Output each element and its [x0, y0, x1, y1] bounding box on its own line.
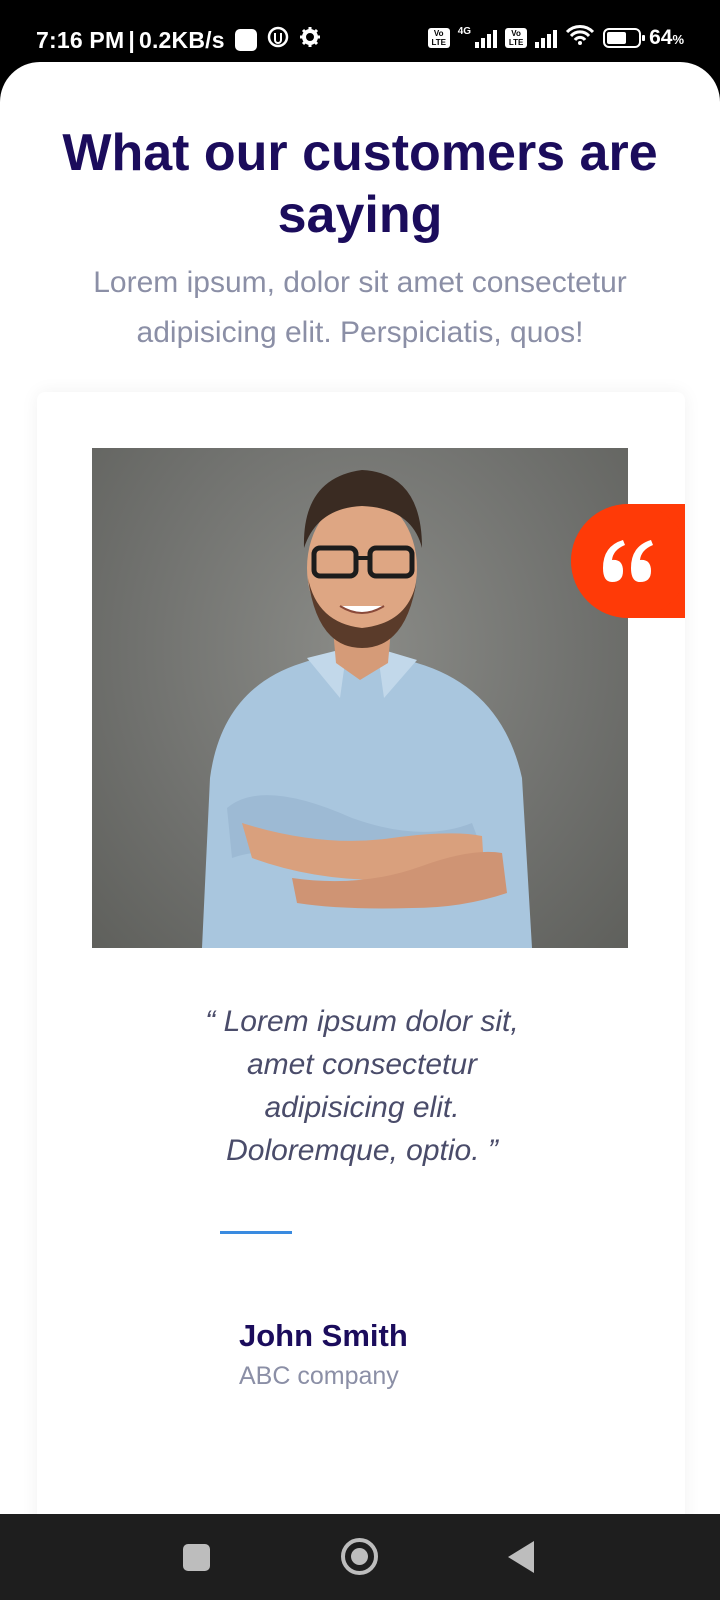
status-right: Vo LTE 4G Vo LTE 64%	[427, 24, 684, 52]
testimonial-card: “ Lorem ipsum dolor sit, amet consectetu…	[37, 392, 685, 1514]
customer-name: John Smith	[239, 1318, 408, 1353]
battery-icon	[603, 28, 646, 48]
navigation-bar	[0, 1514, 720, 1600]
signal-icon-2	[535, 28, 558, 48]
battery-nub	[642, 35, 646, 41]
name-divider	[220, 1231, 292, 1234]
volte-badge-2: Vo LTE	[505, 28, 528, 48]
page-title: What our customers are saying	[62, 124, 658, 244]
recents-icon[interactable]	[183, 1544, 210, 1571]
battery-percent-unit: %	[672, 32, 684, 47]
settings-gear-icon	[299, 26, 321, 54]
quote-icon	[603, 540, 653, 582]
clock: 7:16 PM	[36, 26, 125, 53]
signal-icon-1	[475, 28, 498, 48]
battery-percent-value: 64	[649, 26, 673, 49]
testimonial-page: What our customers are saying Lorem ipsu…	[0, 62, 720, 1514]
network-speed: 0.2KB/s	[138, 26, 225, 53]
testimonial-quote: “ Lorem ipsum dolor sit, amet consectetu…	[205, 1005, 519, 1167]
notification-app-icon	[234, 29, 257, 51]
volte-badge-1: Vo LTE	[427, 28, 450, 48]
status-left: 7:16 PM | 0.2KB/s	[36, 26, 321, 54]
page-subtitle: Lorem ipsum, dolor sit amet consectetur …	[93, 266, 627, 349]
customer-photo-illustration	[202, 470, 532, 948]
link-notification-icon	[267, 26, 289, 54]
network-type: 4G	[457, 26, 472, 37]
customer-photo	[92, 448, 628, 948]
home-icon[interactable]	[341, 1538, 378, 1575]
battery-fill	[607, 32, 627, 44]
home-icon-dot	[351, 1548, 368, 1565]
customer-company: ABC company	[239, 1362, 399, 1390]
wifi-icon	[565, 24, 595, 52]
status-separator: |	[128, 26, 135, 53]
battery-percent: 64%	[649, 26, 684, 50]
back-icon[interactable]	[508, 1541, 534, 1573]
quote-badge	[571, 504, 685, 618]
